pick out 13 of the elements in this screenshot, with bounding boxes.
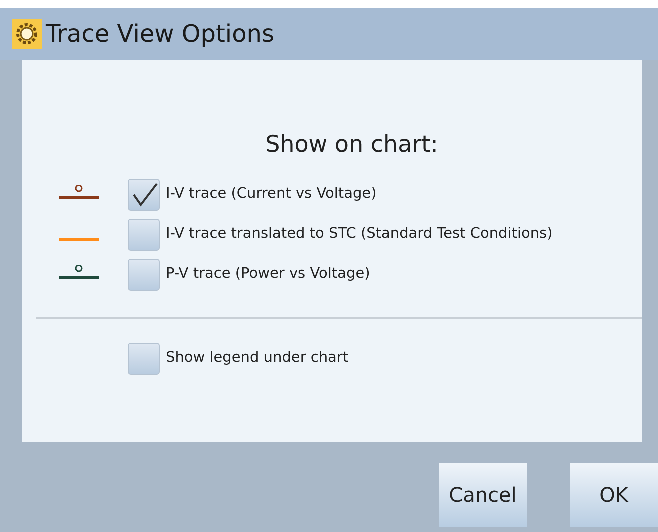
option-label: I-V trace translated to STC (Standard Test Conditions): [166, 224, 553, 244]
checkbox[interactable]: [128, 342, 160, 374]
window-title: Trace View Options: [46, 19, 274, 50]
checkbox[interactable]: [128, 178, 160, 210]
option-label: Show legend under chart: [166, 348, 349, 368]
option-label: P-V trace (Power vs Voltage): [166, 264, 370, 284]
checkbox[interactable]: [128, 218, 160, 250]
checkbox[interactable]: [128, 258, 160, 290]
option-label: I-V trace (Current vs Voltage): [166, 184, 377, 204]
gear-icon: [12, 19, 42, 49]
ok-button[interactable]: OK: [570, 463, 658, 527]
section-heading: Show on chart:: [264, 131, 440, 160]
cancel-button[interactable]: Cancel: [439, 463, 527, 527]
